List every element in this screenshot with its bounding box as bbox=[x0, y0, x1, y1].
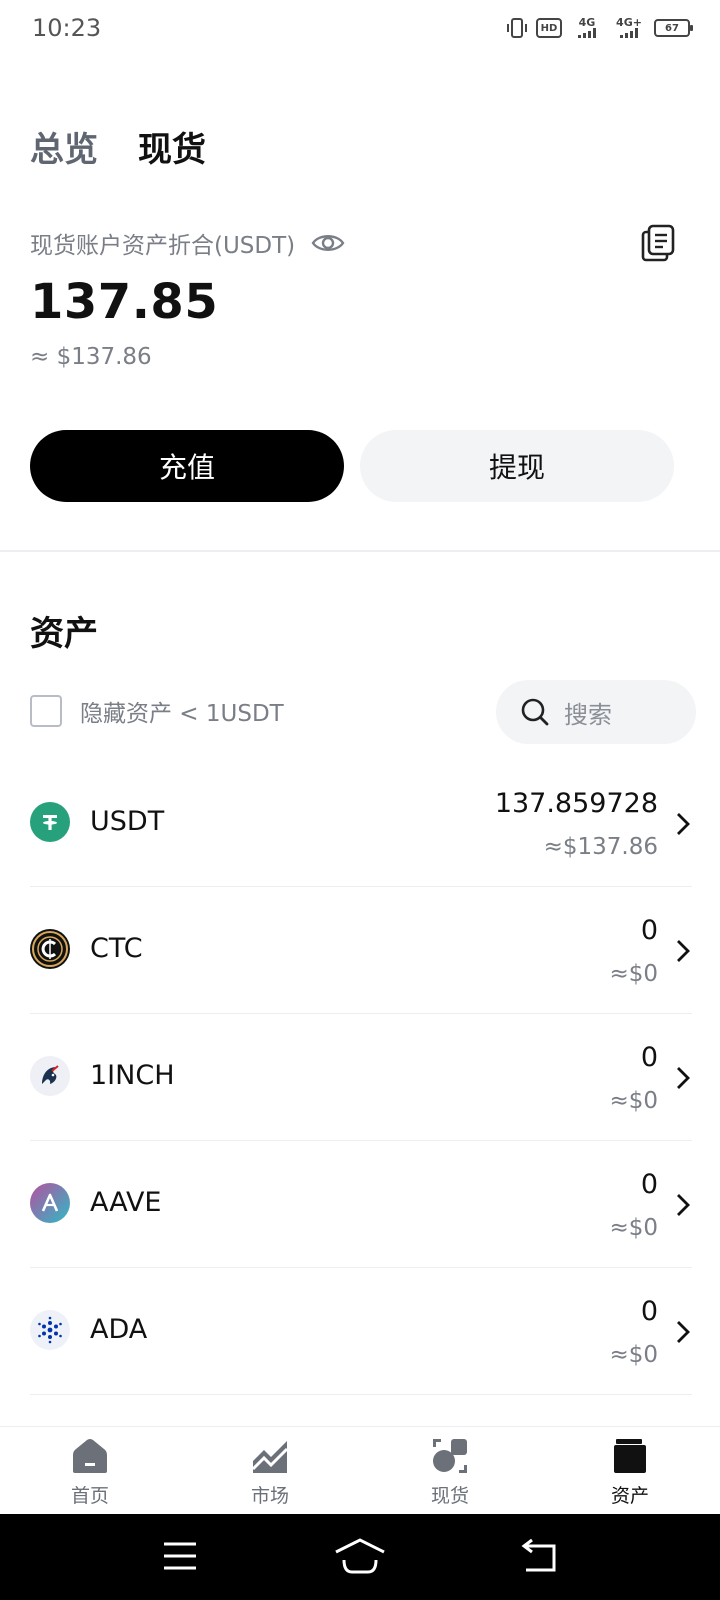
deposit-button[interactable]: 充值 bbox=[30, 430, 344, 502]
chevron-right-icon bbox=[677, 1194, 690, 1216]
asset-row-ctc[interactable]: CTC 0 ≈$0 bbox=[30, 887, 692, 1014]
search-placeholder: 搜索 bbox=[564, 700, 612, 729]
asset-symbol: USDT bbox=[90, 806, 165, 837]
asset-value: ≈$0 bbox=[609, 961, 658, 987]
asset-symbol: AAVE bbox=[90, 1187, 162, 1218]
chevron-right-icon bbox=[677, 1067, 690, 1089]
home-button-icon[interactable] bbox=[332, 1536, 388, 1576]
search-icon bbox=[521, 698, 549, 726]
nav-spot[interactable]: 现货 bbox=[360, 1427, 540, 1514]
nav-label: 资产 bbox=[610, 1485, 649, 1507]
asset-symbol: 1INCH bbox=[90, 1060, 175, 1091]
ctc-icon bbox=[30, 929, 70, 969]
signal-4g-plus-icon: 4G+ bbox=[612, 16, 646, 40]
account-tabs: 总览 现货 bbox=[30, 122, 206, 171]
chevron-right-icon bbox=[677, 940, 690, 962]
hd-voice-icon: HD bbox=[536, 18, 562, 38]
aave-icon bbox=[30, 1183, 70, 1223]
asset-value: ≈$137.86 bbox=[543, 834, 658, 860]
tab-overview[interactable]: 总览 bbox=[30, 122, 98, 171]
status-icons: HD 4G 4G+ 67 bbox=[506, 16, 693, 40]
asset-row-aave[interactable]: AAVE 0 ≈$0 bbox=[30, 1141, 692, 1268]
bottom-nav: 首页 市场 现货 资产 bbox=[0, 1426, 720, 1514]
status-time: 10:23 bbox=[32, 14, 102, 42]
asset-value: ≈$0 bbox=[609, 1342, 658, 1368]
wallet-icon bbox=[614, 1439, 646, 1473]
chevron-right-icon bbox=[677, 813, 690, 835]
hide-small-assets-label: 隐藏资产 < 1USDT bbox=[80, 701, 284, 727]
asset-list: USDT 137.859728 ≈$137.86 CTC 0 ≈$0 1INCH… bbox=[30, 760, 692, 1395]
asset-symbol: ADA bbox=[90, 1314, 148, 1345]
asset-row-ada[interactable]: ADA 0 ≈$0 bbox=[30, 1268, 692, 1395]
account-usd-approx: ≈ $137.86 bbox=[30, 344, 152, 370]
tab-spot[interactable]: 现货 bbox=[138, 122, 206, 171]
account-total: 137.85 bbox=[30, 274, 219, 330]
records-icon[interactable] bbox=[640, 224, 676, 262]
status-bar: 10:23 HD 4G 4G+ 67 bbox=[0, 0, 720, 56]
asset-symbol: CTC bbox=[90, 933, 143, 964]
market-chart-icon bbox=[251, 1441, 289, 1473]
usdt-icon bbox=[30, 802, 70, 842]
asset-value: ≈$0 bbox=[609, 1215, 658, 1241]
battery-icon: 67 bbox=[654, 19, 693, 37]
nav-home[interactable]: 首页 bbox=[0, 1427, 180, 1514]
section-divider bbox=[0, 550, 720, 552]
network-type-label: 4G bbox=[578, 16, 596, 29]
1inch-icon bbox=[30, 1056, 70, 1096]
nav-assets[interactable]: 资产 bbox=[540, 1427, 720, 1514]
action-buttons: 充值 提现 bbox=[30, 430, 674, 502]
home-icon bbox=[73, 1439, 107, 1473]
withdraw-button[interactable]: 提现 bbox=[360, 430, 674, 502]
asset-amount: 0 bbox=[640, 1296, 658, 1327]
eye-icon[interactable] bbox=[311, 231, 345, 255]
nav-label: 现货 bbox=[430, 1485, 469, 1507]
spot-trade-icon bbox=[433, 1439, 467, 1473]
asset-value: ≈$0 bbox=[609, 1088, 658, 1114]
assets-title: 资产 bbox=[30, 614, 98, 654]
system-nav-bar bbox=[0, 1514, 720, 1600]
nav-label: 首页 bbox=[70, 1485, 109, 1507]
hide-small-assets-checkbox[interactable] bbox=[30, 695, 62, 727]
chevron-right-icon bbox=[677, 1321, 690, 1343]
menu-icon[interactable] bbox=[158, 1536, 202, 1576]
nav-label: 市场 bbox=[250, 1485, 289, 1507]
network-type-label-2: 4G+ bbox=[616, 16, 642, 29]
hide-small-assets-row[interactable]: 隐藏资产 < 1USDT bbox=[30, 694, 284, 728]
asset-search-input[interactable]: 搜索 bbox=[496, 680, 696, 744]
ada-icon bbox=[30, 1310, 70, 1350]
asset-amount: 0 bbox=[640, 1042, 658, 1073]
vibrate-icon bbox=[506, 16, 528, 40]
asset-row-usdt[interactable]: USDT 137.859728 ≈$137.86 bbox=[30, 760, 692, 887]
back-icon[interactable] bbox=[518, 1536, 562, 1576]
asset-amount: 0 bbox=[640, 1169, 658, 1200]
signal-4g-icon: 4G bbox=[570, 16, 604, 40]
asset-row-1inch[interactable]: 1INCH 0 ≈$0 bbox=[30, 1014, 692, 1141]
account-label: 现货账户资产折合(USDT) bbox=[30, 233, 296, 259]
account-label-row: 现货账户资产折合(USDT) bbox=[30, 226, 345, 260]
nav-market[interactable]: 市场 bbox=[180, 1427, 360, 1514]
asset-amount: 137.859728 bbox=[494, 788, 658, 819]
asset-amount: 0 bbox=[640, 915, 658, 946]
